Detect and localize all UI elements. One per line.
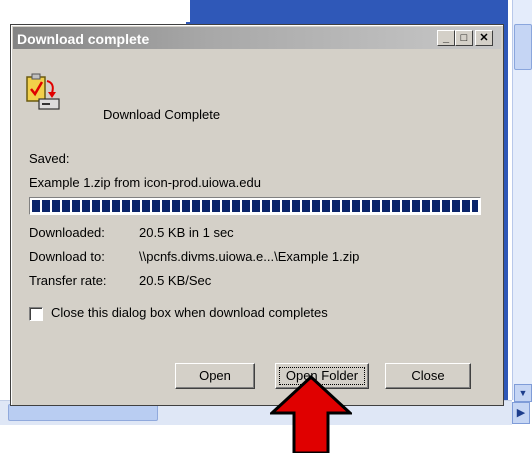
close-button[interactable]: Close — [385, 363, 471, 389]
maximize-button[interactable]: □ — [455, 30, 473, 46]
progress-fill — [32, 200, 478, 212]
dialog-title: Download complete — [17, 31, 150, 47]
download-to-value: \\pcnfs.divms.uiowa.e...\Example 1.zip — [139, 249, 360, 264]
background-white-area — [0, 0, 190, 22]
close-when-done-label[interactable]: Close this dialog box when download comp… — [51, 305, 328, 320]
downloaded-label: Downloaded: — [29, 225, 105, 240]
transfer-rate-value: 20.5 KB/Sec — [139, 273, 212, 288]
close-when-done-checkbox[interactable] — [29, 307, 43, 321]
minimize-button[interactable]: _ — [437, 30, 455, 46]
download-progress-bar — [29, 197, 481, 215]
download-to-label: Download to: — [29, 249, 105, 264]
dialog-titlebar[interactable]: Download complete _ □ ✕ — [13, 27, 501, 49]
scroll-right-arrow-icon[interactable]: ▶ — [512, 402, 530, 424]
open-button[interactable]: Open — [175, 363, 255, 389]
download-complete-dialog: Download complete _ □ ✕ Download Complet… — [10, 24, 504, 406]
minimize-icon: _ — [442, 32, 450, 44]
downloaded-value: 20.5 KB in 1 sec — [139, 225, 234, 240]
close-window-button[interactable]: ✕ — [475, 30, 493, 46]
scroll-down-arrow-icon[interactable]: ▼ — [514, 384, 532, 402]
background-scroll-thumb[interactable] — [514, 24, 532, 70]
download-complete-icon — [26, 73, 60, 110]
maximize-icon: □ — [460, 32, 468, 44]
saved-label: Saved: — [29, 151, 70, 166]
dialog-heading: Download Complete — [103, 107, 221, 122]
close-icon: ✕ — [479, 32, 489, 44]
red-up-arrow-icon — [270, 375, 352, 453]
horizontal-scroll-thumb[interactable] — [8, 404, 158, 421]
transfer-rate-label: Transfer rate: — [29, 273, 107, 288]
saved-value: Example 1.zip from icon-prod.uiowa.edu — [29, 175, 261, 190]
